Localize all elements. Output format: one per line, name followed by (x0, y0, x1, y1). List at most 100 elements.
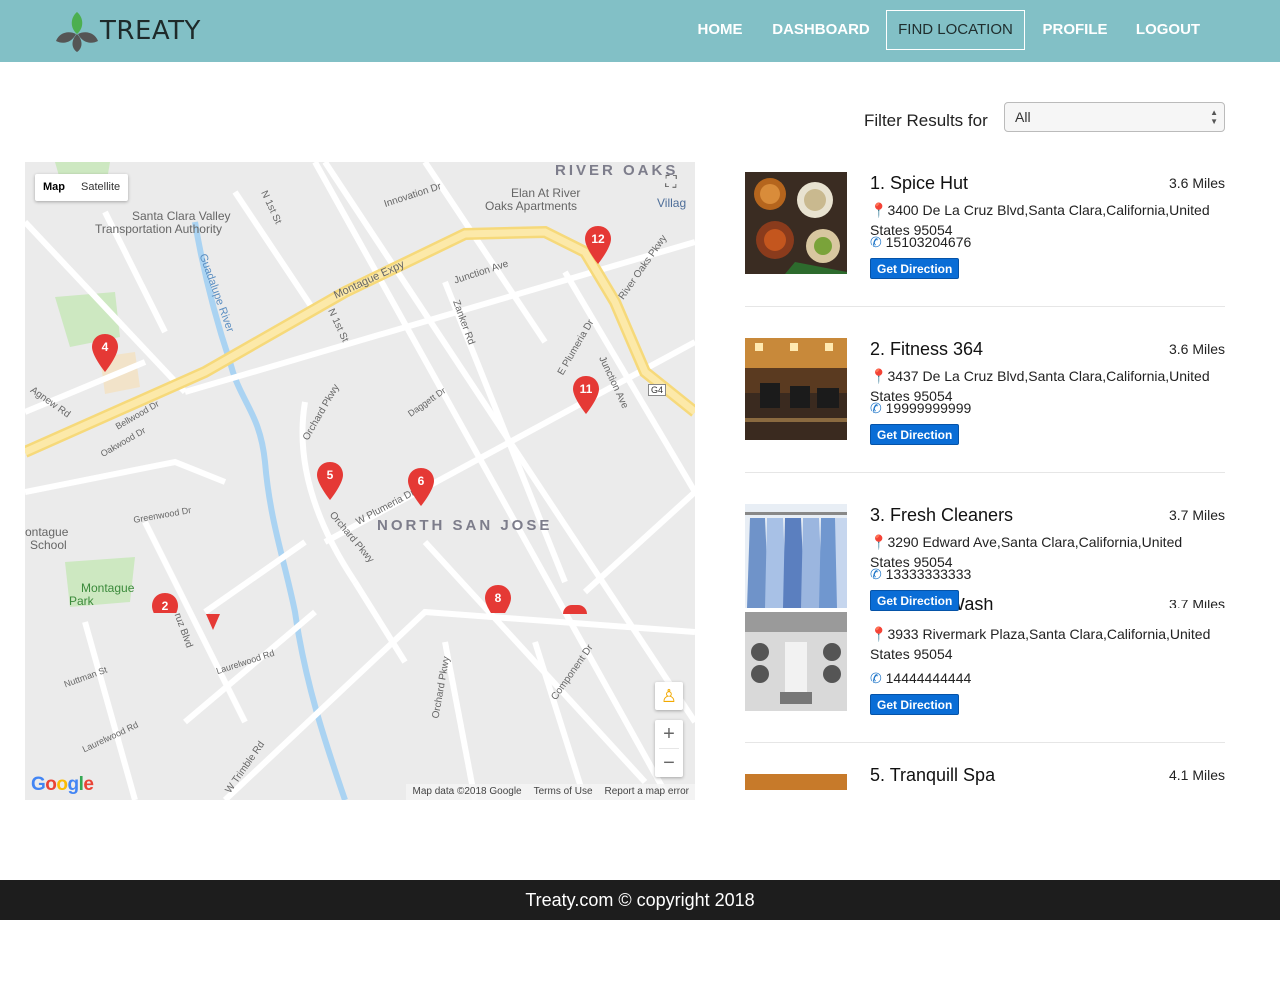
map-label-vta-2: Transportation Authority (95, 222, 222, 236)
map-pin-number: 2 (161, 599, 169, 613)
map-pin-number: 8 (494, 591, 502, 605)
result-distance: 3.6 Miles (1168, 341, 1225, 357)
map-pin-6[interactable]: 6 (408, 468, 434, 506)
result-item: 4. Family Wash 3.7 Miles 📍3933 Rivermark… (745, 598, 1225, 715)
street-view-pegman-icon[interactable]: ♙ (655, 682, 683, 710)
result-phone: ✆ 19999999999 (870, 400, 971, 417)
map-pin-5[interactable]: 5 (317, 462, 343, 500)
result-divider (745, 742, 1225, 743)
map-pin-11[interactable]: 11 (573, 376, 599, 414)
get-direction-button[interactable]: Get Direction (870, 424, 960, 445)
result-title[interactable]: 3. Fresh Cleaners (870, 505, 1013, 526)
map-type-control: Map Satellite (35, 174, 129, 201)
result-address-text: 3933 Rivermark Plaza,Santa Clara,Califor… (870, 626, 1211, 662)
map-pin-number: 4 (101, 340, 109, 354)
map[interactable]: RIVER OAKS NORTH SAN JOSE Elan At River … (25, 162, 695, 800)
result-address: 📍3933 Rivermark Plaza,Santa Clara,Califo… (870, 624, 1220, 664)
zoom-control: + − (655, 720, 683, 777)
result-phone: ✆ 15103204676 (870, 234, 971, 251)
nav-profile[interactable]: PROFILE (1040, 10, 1110, 50)
map-type-map-button[interactable]: Map (35, 174, 73, 201)
map-marker-icon: 📍 (870, 202, 888, 218)
result-phone: ✆ 14444444444 (870, 670, 971, 687)
phone-icon: ✆ (870, 400, 882, 416)
filter-select[interactable]: All ▲ ▼ (1004, 102, 1225, 132)
result-divider (745, 306, 1225, 307)
phone-icon: ✆ (870, 670, 882, 686)
phone-icon: ✆ (870, 566, 882, 582)
map-label-montague-school-2: School (30, 538, 67, 552)
footer: Treaty.com © copyright 2018 (0, 880, 1280, 920)
filter-selected-value: All (1015, 109, 1031, 125)
nav-logout[interactable]: LOGOUT (1133, 10, 1203, 50)
result-item: 3. Fresh Cleaners 3.7 Miles 📍3290 Edward… (745, 504, 1225, 611)
result-thumbnail (745, 172, 847, 274)
map-label-montague-park: Montague (81, 581, 135, 595)
phone-icon: ✆ (870, 234, 882, 250)
result-divider (745, 472, 1225, 473)
map-pin-8[interactable]: 8 (485, 585, 511, 613)
map-pin-12[interactable]: 12 (585, 226, 611, 264)
map-report-error-link[interactable]: Report a map error (605, 784, 689, 800)
result-phone-text: 13333333333 (885, 566, 972, 582)
map-label-villag: Villag (657, 196, 687, 210)
result-thumbnail (745, 504, 847, 608)
nav-dashboard[interactable]: DASHBOARD (772, 10, 870, 50)
result-item: 5. Tranquill Spa 4.1 Miles (745, 764, 1225, 790)
map-label-elan: Elan At River (511, 186, 581, 200)
nav-home[interactable]: HOME (690, 10, 750, 50)
result-distance: 3.6 Miles (1168, 175, 1225, 191)
map-label-montague-school: ontague (25, 525, 69, 539)
filter-label: Filter Results for (864, 111, 988, 130)
result-distance: 4.1 Miles (1168, 767, 1225, 783)
result-thumbnail (745, 774, 847, 790)
result-phone: ✆ 13333333333 (870, 566, 971, 583)
map-pin-2[interactable]: 2 (152, 593, 178, 613)
gym-photo-icon (745, 338, 847, 440)
result-thumbnail (745, 612, 847, 711)
footer-copyright: Treaty.com © copyright 2018 (525, 890, 755, 910)
map-data-attribution: Map data ©2018 Google (412, 786, 522, 797)
result-address-text: 3400 De La Cruz Blvd,Santa Clara,Califor… (870, 202, 1210, 238)
result-phone-text: 14444444444 (885, 670, 972, 686)
get-direction-button[interactable]: Get Direction (870, 694, 960, 715)
map-pin-number: 12 (591, 232, 605, 246)
map-pin-partial[interactable] (563, 605, 587, 614)
result-phone-text: 19999999999 (885, 400, 972, 416)
map-label-montague-park-2: Park (69, 594, 94, 608)
navbar: TREATY HOME DASHBOARD FIND LOCATION PROF… (0, 0, 1280, 62)
map-pin-4[interactable]: 4 (92, 334, 118, 372)
result-title[interactable]: 1. Spice Hut (870, 173, 968, 194)
map-marker-icon: 📍 (870, 368, 888, 384)
map-pin-tip[interactable] (206, 614, 220, 630)
map-marker-icon: 📍 (870, 626, 888, 642)
map-label-north-san-jose: NORTH SAN JOSE (377, 517, 553, 534)
nav-find-location[interactable]: FIND LOCATION (886, 10, 1025, 50)
get-direction-button[interactable]: Get Direction (870, 590, 960, 611)
map-terms-link[interactable]: Terms of Use (534, 784, 593, 800)
fullscreen-icon[interactable]: ⛶ (659, 174, 683, 198)
result-item: 2. Fitness 364 3.6 Miles 📍3437 De La Cru… (745, 338, 1225, 448)
google-logo[interactable]: Google (31, 774, 94, 796)
map-type-satellite-button[interactable]: Satellite (73, 174, 128, 201)
result-item: 1. Spice Hut 3.6 Miles 📍3400 De La Cruz … (745, 172, 1225, 282)
map-pin-number: 11 (579, 382, 593, 396)
shirts-photo-icon (745, 504, 847, 608)
get-direction-button[interactable]: Get Direction (870, 258, 960, 279)
result-address-text: 3290 Edward Ave,Santa Clara,California,U… (870, 534, 1183, 570)
map-footer: Map data ©2018 Google Terms of Use Repor… (406, 784, 695, 800)
map-label-elan-2: Oaks Apartments (485, 199, 578, 213)
map-pin-number: 6 (417, 474, 425, 488)
result-address-text: 3437 De La Cruz Blvd,Santa Clara,Califor… (870, 368, 1210, 404)
zoom-in-button[interactable]: + (655, 720, 683, 748)
map-label-vta: Santa Clara Valley (132, 209, 231, 223)
map-label-g4: G4 (648, 384, 667, 396)
zoom-out-button[interactable]: − (655, 749, 683, 777)
result-phone-text: 15103204676 (885, 234, 972, 250)
result-thumbnail (745, 338, 847, 440)
select-arrows-icon: ▲ ▼ (1210, 108, 1218, 126)
map-marker-icon: 📍 (870, 534, 888, 550)
food-photo-icon (745, 172, 847, 274)
result-title[interactable]: 2. Fitness 364 (870, 339, 983, 360)
result-title[interactable]: 5. Tranquill Spa (870, 765, 995, 786)
